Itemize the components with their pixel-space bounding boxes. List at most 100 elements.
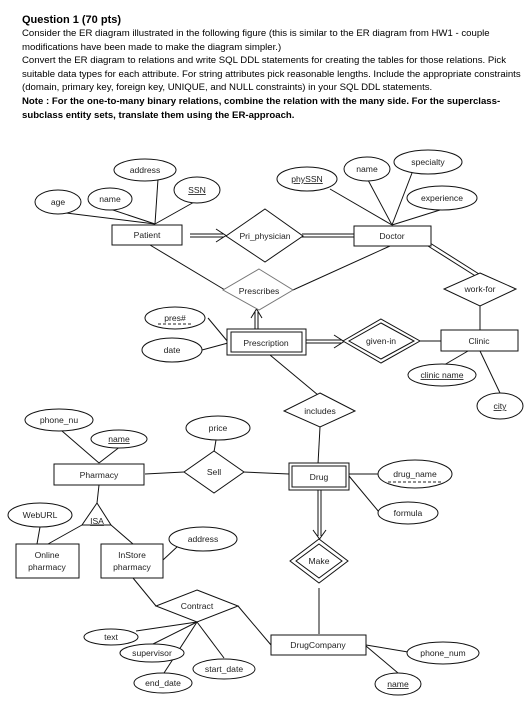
attr-label: city [494, 401, 508, 411]
arrowhead-make [312, 529, 327, 540]
line-contract-company [237, 605, 272, 646]
line-patient-name [109, 208, 156, 225]
isa-label: ISA [90, 516, 104, 526]
attr-label: start_date [205, 664, 243, 674]
entity-doctor: Doctor [353, 225, 432, 247]
arrowhead-givenin [333, 334, 345, 349]
attr-drug-formula: formula [377, 501, 439, 525]
attr-label: phone_nu [40, 415, 78, 425]
entity-instore-pharmacy: InStore pharmacy [100, 543, 164, 579]
line-drug-formula [348, 475, 380, 513]
attr-patient-ssn-key: SSN [173, 176, 221, 204]
er-diagram: address name SSN age phySSN name special… [7, 149, 524, 696]
attr-sell-price: price [185, 415, 251, 441]
line-clinic-city [479, 350, 501, 394]
line-patient-ssn [154, 200, 197, 225]
line-presc-pres [207, 317, 229, 343]
attr-label: SSN [188, 185, 206, 195]
attr-label: date [164, 345, 181, 355]
relationship-label: given-in [366, 336, 396, 346]
line-sell-price [213, 439, 217, 453]
entity-label: Pharmacy [80, 470, 119, 480]
attr-company-name-key: name [374, 672, 422, 696]
line-doctor-workfor-a [429, 242, 480, 275]
attr-label: pres# [164, 313, 186, 323]
attr-label: name [108, 434, 130, 444]
relationship-label: Prescribes [239, 286, 280, 296]
line-doctor-prescribes [292, 245, 391, 291]
attr-label: formula [394, 508, 423, 518]
entity-label: Doctor [379, 231, 404, 241]
attr-label: name [387, 679, 409, 689]
attr-patient-age: age [34, 189, 82, 215]
relationship-make-identifying: Make [289, 538, 349, 584]
attr-doctor-experience: experience [406, 185, 478, 211]
line-instore-address [162, 545, 179, 561]
entity-patient: Patient [111, 224, 183, 246]
attr-pharmacy-name-key: name [90, 429, 148, 449]
attr-label: experience [421, 193, 463, 203]
attr-clinic-city-key: city [476, 392, 524, 420]
entity-label-line2: pharmacy [28, 562, 66, 572]
attr-label: address [130, 165, 161, 175]
attr-contract-start-date: start_date [192, 658, 256, 680]
line-presc-date [201, 342, 229, 351]
attr-instore-address: address [168, 526, 238, 552]
entity-label-line1: Online [35, 550, 60, 560]
attr-label: phone_num [420, 648, 465, 658]
line-pharmacy-isa [96, 484, 100, 504]
attr-label: text [104, 632, 118, 642]
attr-label: phySSN [291, 174, 323, 184]
isa-triangle: ISA [81, 502, 112, 526]
line-instore-contract [132, 577, 157, 607]
attr-prescription-date: date [141, 337, 203, 363]
entity-label-line2: pharmacy [113, 562, 151, 572]
line-patient-age [57, 211, 156, 225]
attr-clinic-name-key: clinic name [407, 363, 477, 387]
entity-label: Clinic [468, 336, 490, 346]
relationship-label: includes [304, 406, 336, 416]
attr-label: end_date [145, 678, 181, 688]
entity-label-line1: InStore [118, 550, 146, 560]
relationship-includes: includes [282, 392, 357, 428]
attr-contract-text: text [83, 628, 139, 646]
line-pharmacy-name [98, 445, 122, 464]
relationship-label: Contract [181, 601, 214, 611]
entity-drug-weak: Drug [288, 462, 350, 491]
attr-online-weburl: WebURL [7, 502, 73, 528]
entity-label: Drug [310, 472, 329, 482]
arrowhead-priphys [215, 228, 227, 243]
attr-contract-end-date: end_date [133, 672, 193, 694]
line-clinic-name [443, 350, 469, 366]
line-patient-address [154, 178, 159, 225]
line-pharmacy-sell [144, 471, 185, 475]
attr-pharmacy-phone: phone_nu [24, 408, 94, 432]
attr-doctor-specialty: specialty [393, 149, 463, 175]
entity-label: Patient [134, 230, 161, 240]
attr-label: age [51, 197, 66, 207]
attr-patient-address: address [113, 158, 177, 182]
attr-label: price [209, 423, 228, 433]
attr-prescription-pres-partial-key: pres# [144, 306, 206, 330]
entity-label: Prescription [243, 338, 289, 348]
line-includes-drug [317, 426, 321, 465]
line-presc-includes [269, 354, 319, 396]
relationship-prescribes: Prescribes [221, 268, 294, 311]
relationship-work-for: work-for [442, 272, 518, 307]
attr-doctor-name: name [343, 156, 391, 182]
entity-label: DrugCompany [290, 640, 346, 650]
line-contract-startdate [196, 621, 225, 659]
relationship-contract: Contract [154, 589, 240, 623]
line-company-name [365, 645, 399, 674]
line-isa-instore [110, 524, 134, 545]
attr-label: specialty [411, 157, 445, 167]
attr-label: drug_name [393, 469, 437, 479]
attr-contract-supervisor: supervisor [119, 643, 185, 663]
relationship-sell: Sell [183, 450, 245, 494]
entity-prescription-weak: Prescription [226, 328, 307, 356]
attr-label: clinic name [421, 370, 464, 380]
relationship-pri-physician: Pri_physician [225, 208, 304, 263]
line-doctor-workfor-b [427, 245, 478, 278]
attr-doctor-physsn-key: phySSN [276, 166, 338, 192]
line-doctor-experience [391, 209, 441, 226]
